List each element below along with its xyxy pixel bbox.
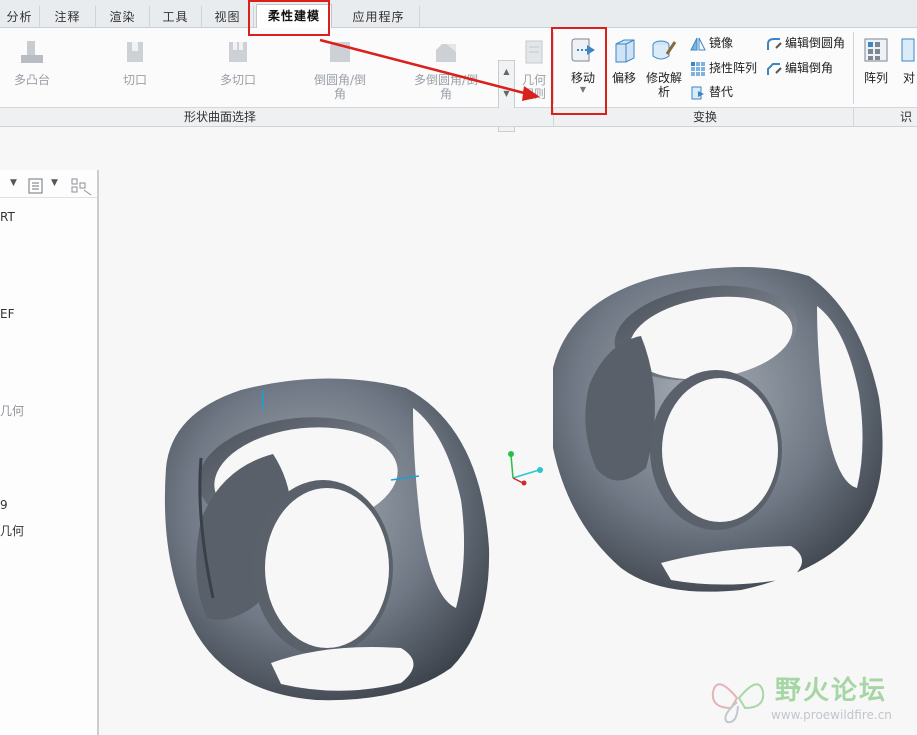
coordinate-triad	[508, 451, 543, 486]
edit-round-icon	[767, 37, 782, 50]
graphics-viewport[interactable]	[101, 128, 917, 735]
multi-round-chamfer-label: 多倒圆角/倒角	[413, 73, 479, 101]
symmetry-icon	[901, 38, 915, 62]
multi-round-chamfer-button[interactable]: 多倒圆角/倒角	[410, 38, 482, 101]
round-chamfer-label: 倒圆角/倒角	[313, 73, 367, 101]
shape-surface-group-label: 形状曲面选择	[183, 110, 256, 124]
modify-analysis-button[interactable]: 修改解析	[645, 36, 683, 99]
mirror-button[interactable]: 镜像	[690, 33, 733, 53]
pattern-button[interactable]: 阵列	[858, 36, 894, 85]
edit-round-label: 编辑倒圆角	[785, 36, 846, 50]
ribbon-group-bar: 形状曲面选择 变换 识	[0, 108, 917, 127]
show-list-icon[interactable]	[28, 178, 44, 194]
tree-item[interactable]: EF	[0, 307, 14, 321]
model-tree-toolbar: ▼ ▼	[0, 174, 97, 198]
cut-icon	[127, 42, 143, 62]
tab-render[interactable]: 渲染	[96, 6, 150, 28]
watermark-title: 野火论坛	[775, 676, 888, 706]
tab-applications[interactable]: 应用程序	[338, 6, 420, 28]
tree-item[interactable]: 9	[0, 498, 8, 512]
flex-pattern-button[interactable]: 挠性阵列	[690, 58, 757, 78]
recognition-group-label: 识	[900, 110, 913, 124]
round-chamfer-icon	[330, 42, 350, 62]
offset-button[interactable]: 偏移	[608, 36, 640, 85]
tree-item[interactable]: 几何	[0, 402, 24, 419]
tree-item[interactable]: RT	[0, 210, 15, 224]
multi-cut-button[interactable]: 多切口	[212, 38, 264, 87]
flex-pattern-label: 挠性阵列	[709, 61, 758, 75]
offset-label: 偏移	[611, 71, 636, 85]
watermark-url: www.proewildfire.cn	[771, 708, 892, 722]
pattern-icon	[691, 61, 705, 76]
multi-round-chamfer-icon	[436, 44, 456, 62]
group-separator	[853, 32, 854, 104]
edit-chamfer-button[interactable]: 编辑倒角	[766, 58, 833, 78]
multi-cut-label: 多切口	[219, 73, 256, 87]
offset-icon	[615, 39, 635, 63]
ribbon-tab-bar: 分析 注释 渲染 工具 视图 柔性建模 应用程序	[0, 0, 917, 29]
group-separator	[853, 108, 854, 127]
pattern-recognition-icon	[864, 38, 888, 62]
model-tree-panel: ▼ ▼ RT EF 几何 9 几何	[0, 170, 99, 735]
watermark-logo-icon	[711, 683, 765, 724]
multi-cut-icon	[229, 42, 247, 62]
substitute-button[interactable]: 替代	[690, 82, 733, 102]
ribbon-panel: 多凸台 切口 多切口 倒圆角/倒角 多倒圆角/倒角 ▲ ▼ 几何规则 移动 ▼ …	[0, 28, 917, 132]
app-window: 分析 注释 渲染 工具 视图 柔性建模 应用程序 多凸台 切口 多切口 倒圆角/…	[0, 0, 917, 735]
move-highlight-box	[551, 27, 607, 115]
substitute-icon	[691, 86, 704, 99]
model-body-left[interactable]	[164, 378, 490, 701]
geometry-rules-icon	[525, 40, 543, 64]
tab-annotate[interactable]: 注释	[40, 6, 96, 28]
substitute-label: 替代	[709, 85, 734, 99]
tab-view[interactable]: 视图	[202, 6, 254, 28]
modify-analysis-icon	[652, 40, 677, 60]
geometry-rules-button[interactable]: 几何规则	[518, 38, 550, 101]
tree-item[interactable]: 几何	[0, 522, 24, 539]
cut-button[interactable]: 切口	[110, 38, 160, 87]
watermark: 野火论坛 www.proewildfire.cn	[703, 664, 917, 730]
symmetry-label: 对	[903, 71, 916, 85]
mirror-label: 镜像	[709, 36, 734, 50]
multi-boss-button[interactable]: 多凸台	[6, 38, 58, 87]
chevron-down-icon[interactable]: ▼	[10, 178, 17, 188]
tree-filter-icon[interactable]	[71, 178, 93, 196]
mirror-icon	[690, 37, 706, 50]
edit-chamfer-icon	[767, 62, 782, 75]
round-chamfer-button[interactable]: 倒圆角/倒角	[312, 38, 368, 101]
edit-round-button[interactable]: 编辑倒圆角	[766, 33, 845, 53]
modify-analysis-label: 修改解析	[645, 71, 682, 99]
scroll-up-icon[interactable]: ▲	[499, 61, 514, 83]
multi-boss-label: 多凸台	[13, 73, 50, 87]
geometry-rules-label: 几何规则	[521, 73, 546, 101]
tab-highlight-box	[248, 0, 330, 36]
symmetry-button[interactable]: 对	[898, 36, 917, 85]
tab-analysis[interactable]: 分析	[0, 6, 40, 28]
tab-tools[interactable]: 工具	[150, 6, 202, 28]
scroll-down-icon[interactable]: ▼	[499, 83, 514, 105]
model-body-right[interactable]	[553, 267, 883, 592]
edit-chamfer-label: 编辑倒角	[785, 61, 834, 75]
chevron-down-icon[interactable]: ▼	[51, 178, 58, 188]
boss-icon	[21, 41, 43, 63]
pattern-label: 阵列	[863, 71, 888, 85]
cut-label: 切口	[122, 73, 147, 87]
